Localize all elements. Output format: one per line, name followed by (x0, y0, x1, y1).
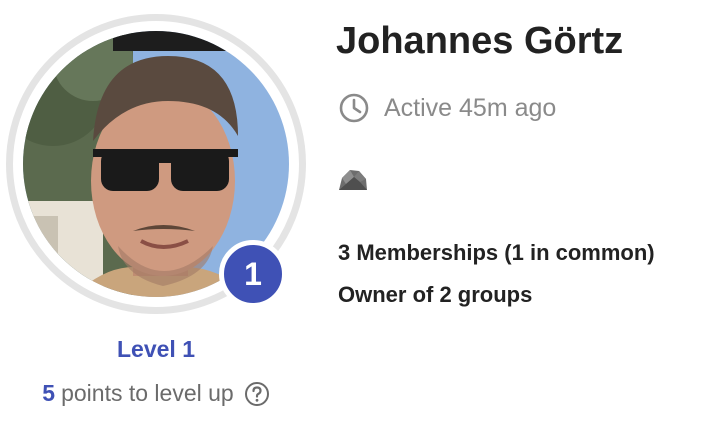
memberships-count[interactable]: 3 Memberships (1 in common) (338, 240, 655, 266)
profile-card: 1 Level 1 5 points to level up Johannes … (0, 0, 720, 430)
points-value: 5 (42, 380, 56, 406)
rock-badge-icon (339, 170, 367, 190)
activity-status: Active 45m ago (338, 92, 556, 124)
points-to-level-up: 5 points to level up (6, 380, 306, 407)
points-suffix: points to level up (61, 380, 234, 406)
avatar-container: 1 (6, 14, 306, 314)
owned-groups-count[interactable]: Owner of 2 groups (338, 282, 532, 308)
level-label: Level 1 (117, 336, 195, 362)
user-name: Johannes Görtz (336, 20, 624, 62)
level-badge-number: 1 (244, 255, 262, 292)
level-badge: 1 (219, 240, 287, 308)
clock-icon (339, 93, 369, 123)
activity-text: Active 45m ago (384, 93, 557, 122)
help-circle-icon[interactable] (244, 381, 270, 407)
